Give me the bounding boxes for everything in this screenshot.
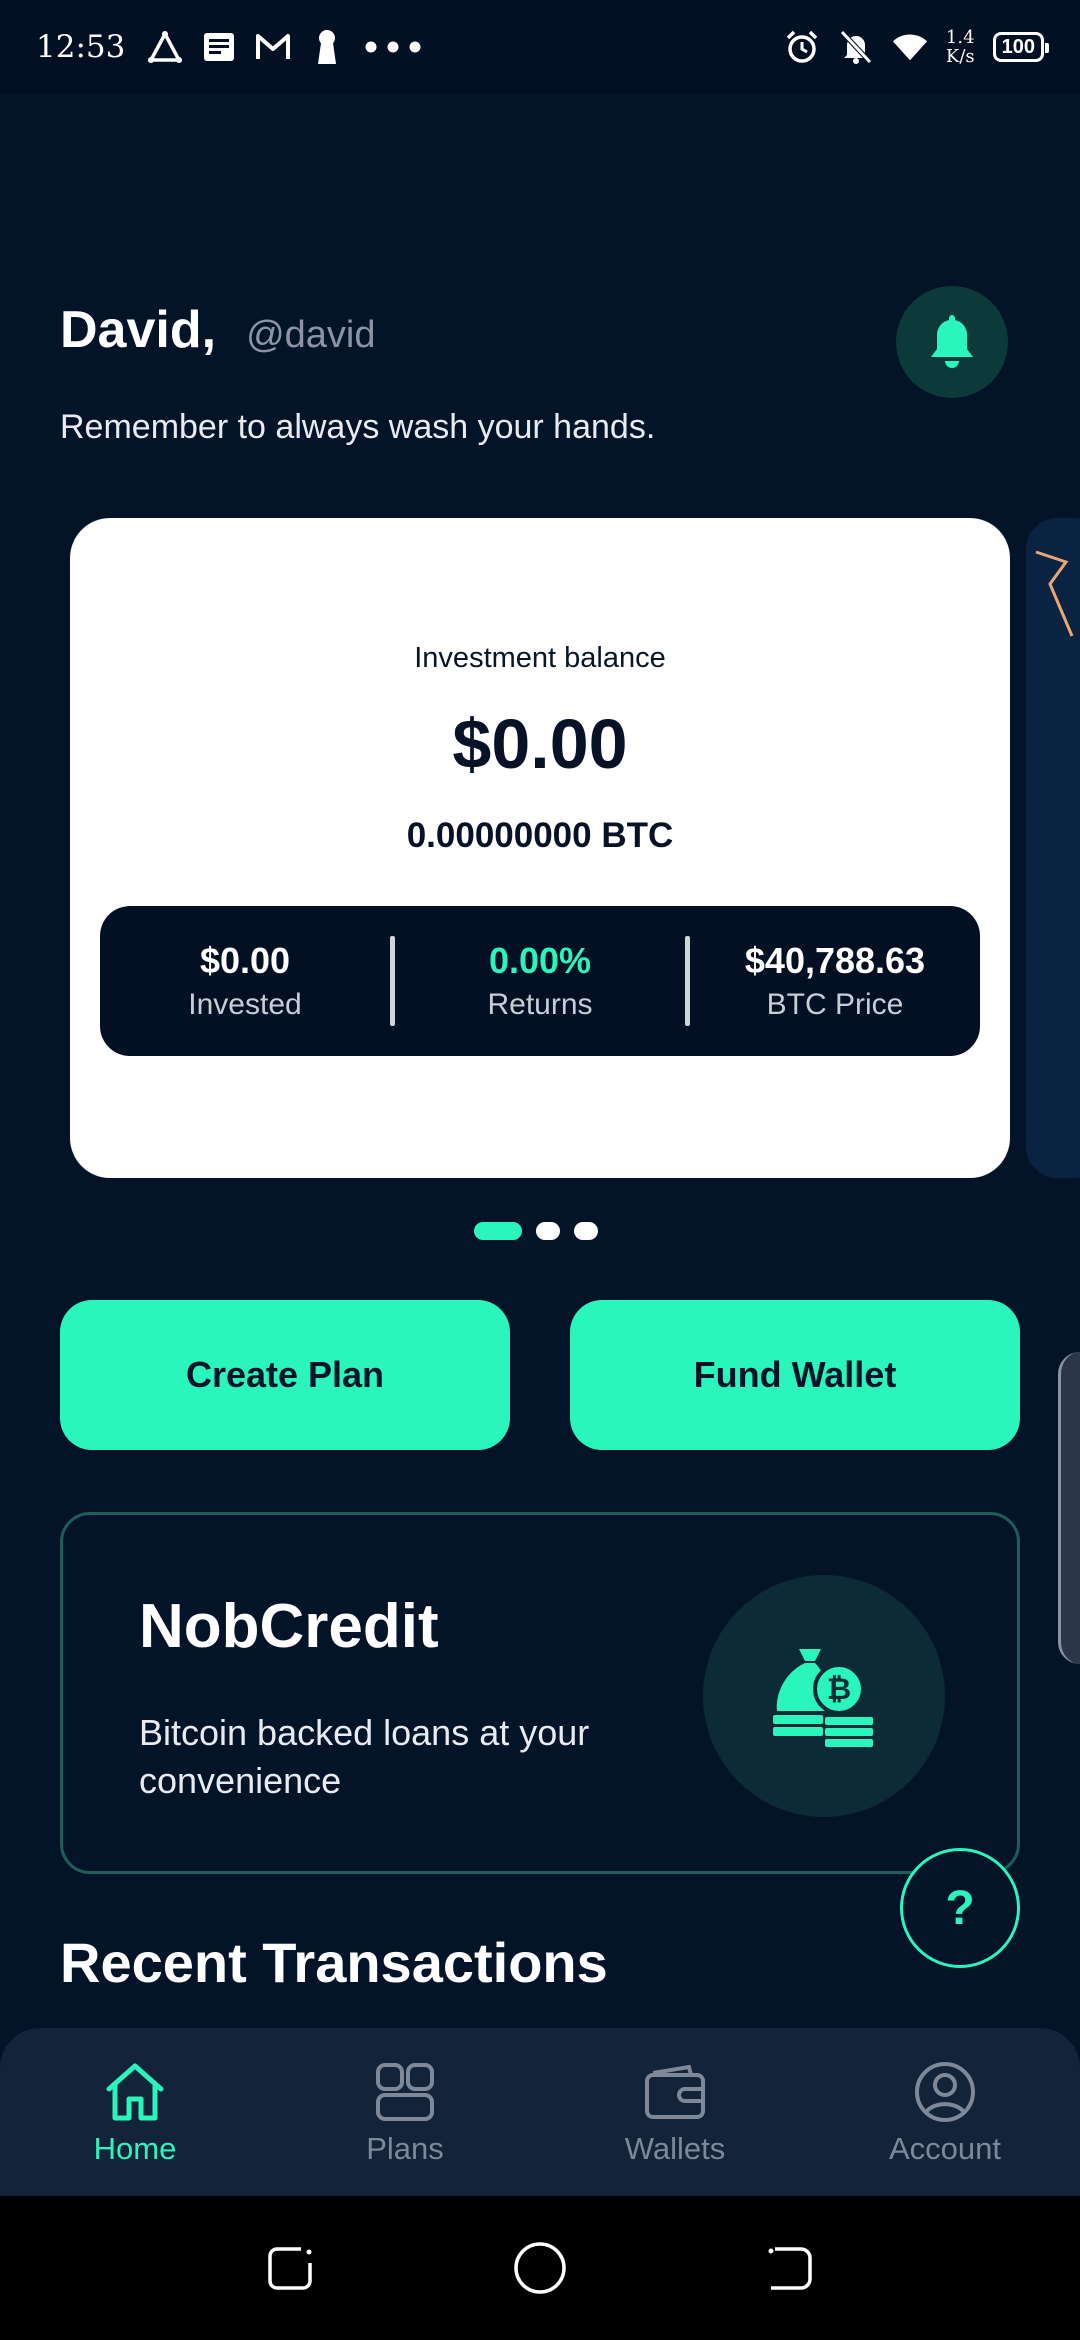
nav-home[interactable]: Home (0, 2028, 270, 2196)
stat-value: 0.00% (488, 940, 592, 981)
nav-label: Wallets (624, 2131, 726, 2166)
stat-returns: 0.00% Returns (395, 940, 685, 1022)
bell-muted-icon (838, 29, 874, 65)
battery-indicator: 100 (992, 32, 1050, 62)
home-system-button[interactable] (510, 2238, 570, 2298)
stat-value: $40,788.63 (744, 940, 926, 981)
system-nav-bar (0, 2196, 1080, 2340)
carousel-dots (474, 1222, 598, 1240)
user-name: David, (60, 301, 217, 359)
home-icon (95, 2057, 175, 2127)
back-button[interactable] (760, 2238, 820, 2298)
carousel-dot[interactable] (474, 1222, 522, 1240)
carousel-dot[interactable] (536, 1222, 560, 1240)
stat-label: Returns (487, 988, 593, 1021)
balance-btc: 0.00000000 BTC (406, 816, 674, 855)
nav-label: Plans (366, 2131, 444, 2166)
notifications-button[interactable] (896, 286, 1008, 398)
vpn-triangle-icon (147, 29, 183, 65)
stat-label: BTC Price (766, 988, 904, 1021)
nav-plans[interactable]: Plans (270, 2028, 540, 2196)
bell-icon (926, 311, 978, 374)
help-button[interactable]: ? (900, 1848, 1020, 1968)
svg-text:₿: ₿ (827, 1673, 851, 1706)
nav-wallets[interactable]: Wallets (540, 2028, 810, 2196)
stat-label: Invested (188, 988, 302, 1021)
carousel-dot[interactable] (574, 1222, 598, 1240)
nobcredit-description: Bitcoin backed loans at your convenience (139, 1712, 590, 1801)
nav-account[interactable]: Account (810, 2028, 1080, 2196)
more-dots-icon (363, 29, 423, 65)
greeting-row: David, @david (60, 300, 375, 360)
account-icon (905, 2057, 985, 2127)
stats-bar: $0.00 Invested 0.00% Returns $40,788.63 … (100, 906, 980, 1056)
bottom-nav: Home Plans Wallets Account (0, 2028, 1080, 2196)
create-plan-button[interactable]: Create Plan (60, 1300, 510, 1450)
wifi-icon (892, 29, 928, 65)
next-carousel-card[interactable] (1026, 518, 1080, 1178)
gmail-icon (255, 29, 291, 65)
lightning-icon (1035, 550, 1074, 637)
keyhole-icon (309, 29, 345, 65)
recent-apps-button[interactable] (260, 2238, 320, 2298)
investment-balance-card[interactable]: Investment balance $0.00 0.00000000 BTC … (70, 518, 1010, 1178)
recent-transactions-title: Recent Transactions (60, 1931, 608, 1994)
net-speed-unit: K/s (945, 46, 975, 67)
user-handle: @david (246, 314, 376, 356)
greeting-message: Remember to always wash your hands. (60, 408, 656, 446)
news-icon (201, 29, 237, 65)
net-speed: 1.4 K/s (946, 28, 975, 66)
side-drawer-handle[interactable] (1058, 1352, 1080, 1664)
nobcredit-title: NobCredit (139, 1592, 439, 1661)
balance-label: Investment balance (414, 642, 666, 674)
nobcredit-card[interactable]: NobCredit Bitcoin backed loans at your c… (60, 1512, 1020, 1874)
wallet-icon (635, 2057, 715, 2127)
nav-label: Home (93, 2131, 177, 2166)
status-right-icons: 1.4 K/s 100 (784, 28, 1050, 66)
plans-icon (365, 2057, 445, 2127)
stat-value: $0.00 (199, 940, 291, 981)
status-time: 12:53 (36, 29, 126, 65)
stat-btc-price: $40,788.63 BTC Price (690, 940, 980, 1022)
stat-invested: $0.00 Invested (100, 940, 390, 1022)
balance-amount: $0.00 (452, 705, 628, 783)
alarm-icon (784, 29, 820, 65)
fund-wallet-button[interactable]: Fund Wallet (570, 1300, 1020, 1450)
nav-label: Account (888, 2131, 1001, 2166)
status-left-icons (147, 29, 423, 65)
status-bar: 12:53 1.4 K/s 100 (0, 0, 1080, 94)
bitcoin-money-bag-icon: ₿ (769, 1639, 879, 1754)
nobcredit-illustration: ₿ (703, 1575, 945, 1817)
net-speed-value: 1.4 (945, 27, 975, 48)
